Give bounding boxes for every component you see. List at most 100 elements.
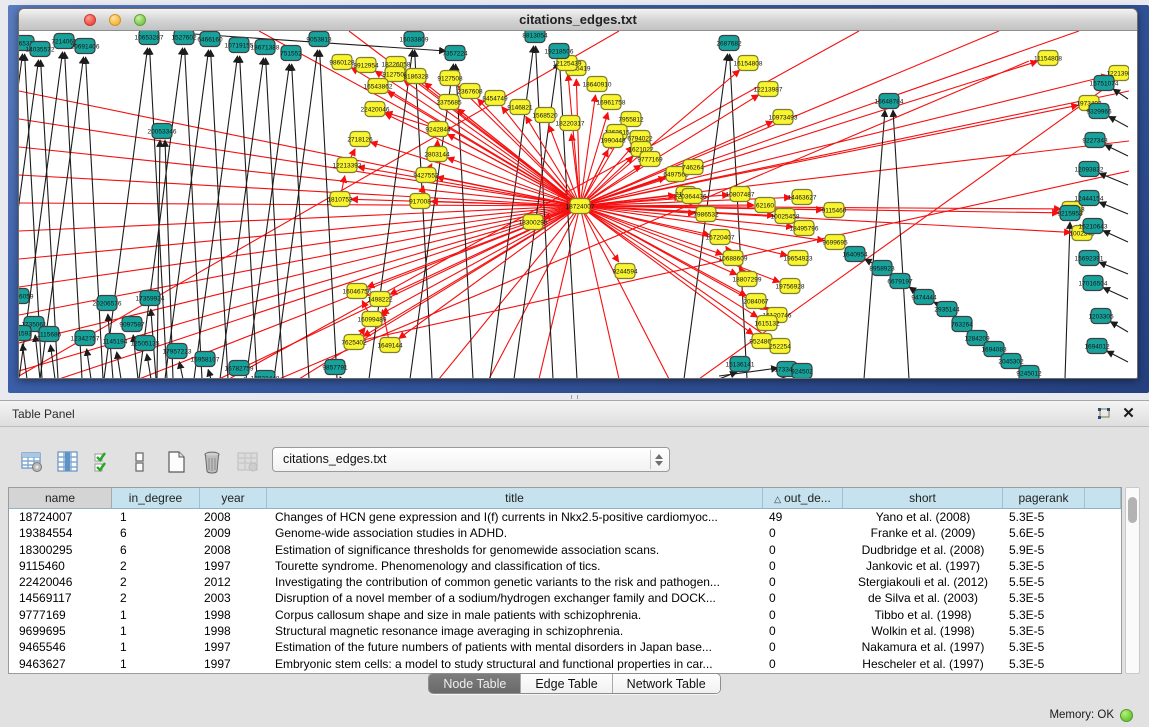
table-selector-value: citations_edges.txt (283, 452, 387, 466)
table-cell: 9465546 (9, 639, 112, 655)
close-panel-icon[interactable]: ✕ (1120, 406, 1137, 423)
table-cell: Embryonic stem cells: a model to study s… (267, 656, 763, 672)
table-row[interactable]: 977716911998Corpus callosum shape and si… (9, 607, 1121, 623)
table-selector-dropdown[interactable]: citations_edges.txt (272, 447, 670, 472)
table-row[interactable]: 2242004622012Investigating the contribut… (9, 574, 1121, 590)
network-window[interactable]: citations_edges.txt 18724007183002959860… (18, 8, 1138, 379)
table-row[interactable]: 1830029562008Estimation of significance … (9, 542, 1121, 558)
graph-node-label: 9097587 (119, 321, 145, 328)
memory-ok-icon[interactable] (1120, 709, 1133, 722)
table-cell: Franke et al. (2009) (843, 525, 1003, 541)
column-header-name[interactable]: name (9, 488, 112, 508)
graph-node-label: 16543862 (364, 83, 393, 90)
tab-edge-table[interactable]: Edge Table (521, 674, 612, 693)
graph-node-label: 21206059 (19, 293, 34, 300)
graph-node-label: 9474444 (911, 294, 937, 301)
table-cell: 5.5E-5 (1003, 574, 1085, 590)
graph-node-label: 9427552 (413, 172, 439, 179)
column-header-short[interactable]: short (843, 488, 1003, 508)
graph-node-label: 18807299 (733, 276, 762, 283)
graph-node-label: 17957223 (163, 348, 192, 355)
graph-node-label: 12923448 (251, 375, 280, 378)
graph-node-label: 1145194 (103, 338, 128, 345)
graph-node-label: 2803144 (424, 151, 450, 158)
table-row[interactable]: 1872400712008Changes of HCN gene express… (9, 509, 1121, 525)
select-columns-icon[interactable] (90, 449, 117, 476)
table-cell: 1997 (200, 558, 267, 574)
graph-node-label: 2935144 (934, 306, 960, 313)
column-header-year[interactable]: year (200, 488, 267, 508)
graph-node-label: 62160 (756, 202, 774, 209)
graph-node-label: 9329966 (1086, 108, 1112, 115)
table-cell: Estimation of the future numbers of pati… (267, 639, 763, 655)
float-panel-icon[interactable] (1096, 406, 1113, 423)
table-cell: 18300295 (9, 542, 112, 558)
graph-node-label: 1990448 (600, 137, 626, 144)
table-cell: Changes of HCN gene expression and I(f) … (267, 509, 763, 525)
table-cell: Nakamura et al. (1997) (843, 639, 1003, 655)
graph-node-label: 1615132 (754, 320, 780, 327)
graph-node-label: 1694083 (981, 346, 1007, 353)
delete-table-icon[interactable] (198, 449, 225, 476)
network-canvas[interactable]: 1872400718300295986012889129541822605891… (19, 31, 1137, 378)
graph-node-label: 9244594 (612, 268, 638, 275)
table-cell: 22420046 (9, 574, 112, 590)
table-scrollbar[interactable] (1125, 487, 1140, 674)
graph-node-label: 22420046 (361, 106, 390, 113)
network-window-titlebar[interactable]: citations_edges.txt (19, 9, 1137, 31)
table-row[interactable]: 969969511998Structural magnetic resonanc… (9, 623, 1121, 639)
graph-node-label: 9227343 (1082, 137, 1108, 144)
table-settings-icon[interactable] (18, 449, 45, 476)
table-cell: 5.3E-5 (1003, 623, 1085, 639)
splitter-handle[interactable] (571, 395, 578, 399)
graph-node-label: 19756928 (776, 283, 805, 290)
table-row[interactable]: 911546021997Tourette syndrome. Phenomeno… (9, 558, 1121, 574)
table-row[interactable]: 946362711997Embryonic stem cells: a mode… (9, 656, 1121, 672)
column-header-in_degree[interactable]: in_degree (112, 488, 200, 508)
table-tabs: Node TableEdge TableNetwork Table (428, 673, 720, 694)
table-cell: Disruption of a novel member of a sodium… (267, 590, 763, 606)
table-row[interactable]: 946554611997Estimation of the future num… (9, 639, 1121, 655)
graph-node-label: 6466160 (197, 36, 223, 43)
column-header-filler (1085, 488, 1121, 508)
panel-splitter[interactable] (0, 393, 1149, 400)
graph-node-label: 8454749 (482, 95, 508, 102)
graph-node-label: 9215953 (1057, 210, 1083, 217)
graph-node-label: 20364436 (678, 193, 707, 200)
column-settings-icon[interactable] (54, 449, 81, 476)
graph-node-label: 11154808 (1034, 55, 1062, 62)
table-cell: 5.9E-5 (1003, 542, 1085, 558)
scrollbar-thumb[interactable] (1128, 497, 1137, 523)
table-cell: 0 (763, 558, 843, 574)
table-row[interactable]: 1938455462009Genome-wide association stu… (9, 525, 1121, 541)
column-header-pagerank[interactable]: pagerank (1003, 488, 1085, 508)
table-cell: 2 (112, 558, 200, 574)
table-cell: 2012 (200, 574, 267, 590)
table-body: 1872400712008Changes of HCN gene express… (9, 509, 1121, 672)
table-cell: 0 (763, 525, 843, 541)
tab-network-table[interactable]: Network Table (613, 674, 720, 693)
graph-node-label: 18724007 (566, 203, 595, 210)
graph-node-label: 18640910 (583, 81, 612, 88)
graph-node-label: 2375685 (436, 99, 462, 106)
tab-node-table[interactable]: Node Table (429, 674, 521, 693)
column-header-out_de[interactable]: △out_de... (763, 488, 843, 508)
new-table-icon[interactable] (162, 449, 189, 476)
table-cell: Genome-wide association studies in ADHD. (267, 525, 763, 541)
status-bar: Memory: OK (1049, 703, 1149, 727)
graph-node-label: 16782759 (225, 365, 254, 372)
graph-node-label: 9245012 (1016, 370, 1042, 377)
graph-node-label: 12444154 (1075, 195, 1104, 202)
table-cell: 18724007 (9, 509, 112, 525)
graph-node-label: 9146821 (507, 104, 533, 111)
memory-status-label: Memory: OK (1049, 709, 1114, 721)
row-options-icon[interactable] (126, 449, 153, 476)
table-cell: Yano et al. (2008) (843, 509, 1003, 525)
network-graph[interactable]: 1872400718300295986012889129541822605891… (19, 31, 1129, 378)
graph-node-label: 10807487 (726, 191, 755, 198)
column-header-title[interactable]: title (267, 488, 763, 508)
table-cell: de Silva et al. (2003) (843, 590, 1003, 606)
graph-node-label: 12125439 (553, 60, 582, 67)
table-row[interactable]: 1456911722003Disruption of a novel membe… (9, 590, 1121, 606)
graph-node-label: 9777169 (637, 156, 663, 163)
